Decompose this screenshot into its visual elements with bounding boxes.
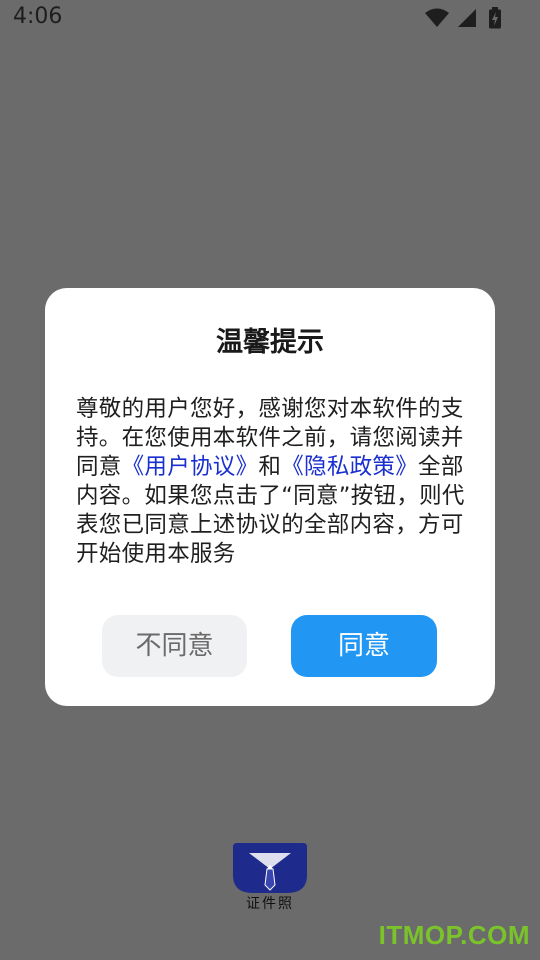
body-text-and: 和	[258, 454, 282, 480]
signal-icon	[458, 9, 476, 27]
status-time: 4:06	[13, 4, 63, 29]
privacy-policy-link[interactable]: 《隐私政策》	[281, 454, 418, 480]
user-agreement-link[interactable]: 《用户协议》	[122, 454, 259, 480]
dialog-body: 尊敬的用户您好，感谢您对本软件的支持。在您使用本软件之前，请您阅读并同意《用户协…	[76, 395, 466, 569]
disagree-button[interactable]: 不同意	[102, 615, 247, 677]
status-bar: 4:06	[0, 0, 540, 38]
consent-dialog: 温馨提示 尊敬的用户您好，感谢您对本软件的支持。在您使用本软件之前，请您阅读并同…	[45, 288, 495, 706]
dialog-title: 温馨提示	[216, 327, 324, 358]
battery-charging-icon	[489, 7, 501, 29]
agree-button[interactable]: 同意	[291, 615, 437, 677]
wifi-icon	[425, 8, 449, 27]
app-logo-label: 证件照	[246, 896, 294, 912]
watermark: ITMOP.COM	[378, 920, 530, 950]
